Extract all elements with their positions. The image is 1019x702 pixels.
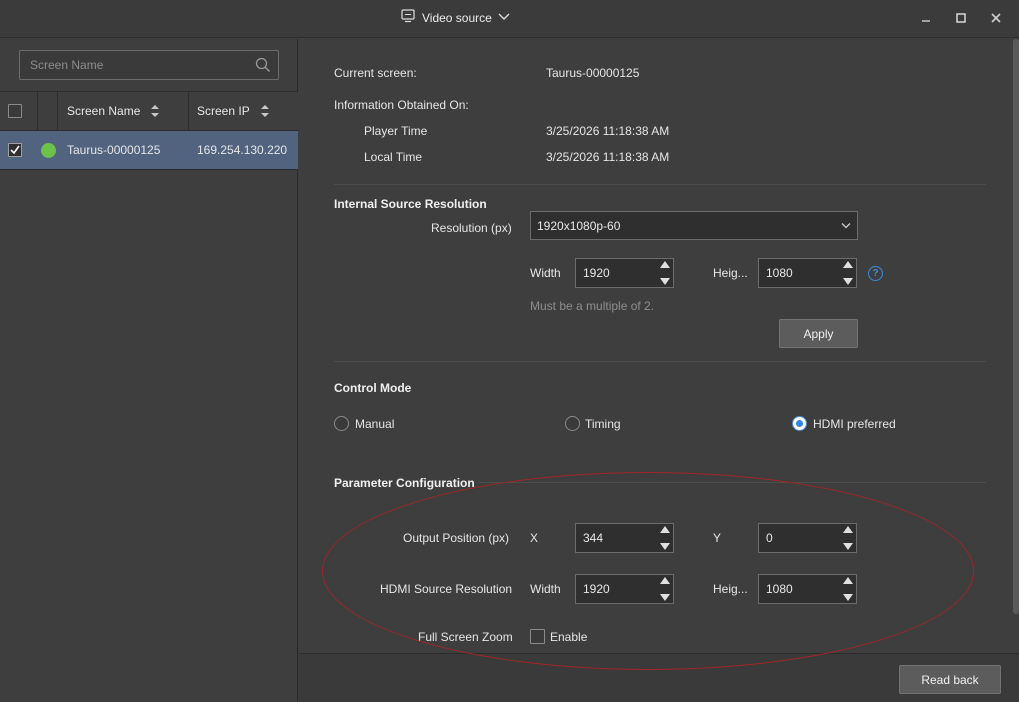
footer-bar: Read back <box>299 653 1019 702</box>
window-title: Video source <box>422 10 492 25</box>
full-screen-zoom-label: Full Screen Zoom <box>418 630 513 644</box>
read-back-button[interactable]: Read back <box>899 665 1001 694</box>
column-header-screen-ip[interactable]: Screen IP <box>197 92 270 130</box>
close-button[interactable] <box>988 10 1004 26</box>
width-input[interactable]: 1920 <box>575 258 674 288</box>
apply-button[interactable]: Apply <box>779 319 858 348</box>
sort-icon <box>151 105 160 117</box>
table-row[interactable]: Taurus-00000125 169.254.130.220 <box>0 131 298 170</box>
divider <box>479 482 986 483</box>
minimize-button[interactable] <box>918 10 934 26</box>
x-input[interactable]: 344 <box>575 523 674 553</box>
radio-manual[interactable] <box>334 416 349 431</box>
table-header: Screen Name Screen IP <box>0 91 298 131</box>
select-all-checkbox[interactable] <box>8 104 22 118</box>
enable-checkbox[interactable] <box>530 629 545 644</box>
arrow-down-icon[interactable] <box>660 543 670 550</box>
hdmi-height-label: Heig... <box>713 582 748 596</box>
current-screen-label: Current screen: <box>334 66 417 80</box>
hdmi-source-resolution-label: HDMI Source Resolution <box>380 582 513 596</box>
arrow-down-icon[interactable] <box>843 594 853 601</box>
resolution-label: Resolution (px) <box>431 221 512 235</box>
title-dropdown[interactable]: Video source <box>400 9 510 26</box>
row-screen-name: Taurus-00000125 <box>67 143 161 157</box>
arrow-down-icon[interactable] <box>843 543 853 550</box>
select-all-cell <box>8 92 22 130</box>
chevron-down-icon <box>841 223 851 229</box>
maximize-icon <box>956 13 966 23</box>
vertical-scrollbar[interactable] <box>1013 39 1019 614</box>
close-icon <box>991 13 1001 23</box>
maximize-button[interactable] <box>953 10 969 26</box>
status-online-icon <box>41 142 56 158</box>
arrow-down-icon[interactable] <box>843 278 853 285</box>
title-bar: Video source <box>0 0 1019 38</box>
radio-manual-label[interactable]: Manual <box>355 417 394 431</box>
player-time-value: 3/25/2026 11:18:38 AM <box>546 124 670 138</box>
screen-list-panel: Screen Name Screen IP Taurus-00000125 16… <box>0 39 298 702</box>
radio-timing[interactable] <box>565 416 580 431</box>
height-label: Heig... <box>713 266 748 280</box>
local-time-label: Local Time <box>364 150 423 164</box>
obtained-on-label: Information Obtained On: <box>334 98 469 112</box>
chevron-down-icon <box>498 11 510 25</box>
radio-hdmi-preferred-label[interactable]: HDMI preferred <box>813 417 896 431</box>
player-time-label: Player Time <box>364 124 428 138</box>
divider <box>334 361 986 362</box>
y-input[interactable]: 0 <box>758 523 857 553</box>
search-input[interactable] <box>20 51 250 79</box>
settings-panel: Current screen: Taurus-00000125 Informat… <box>299 39 1019 653</box>
current-screen-value: Taurus-00000125 <box>546 66 640 80</box>
radio-timing-label[interactable]: Timing <box>585 417 621 431</box>
column-header-screen-name[interactable]: Screen Name <box>67 92 160 130</box>
hdmi-width-label: Width <box>530 582 561 596</box>
radio-hdmi-preferred[interactable] <box>792 416 807 431</box>
checkmark-icon <box>10 145 20 155</box>
arrow-up-icon[interactable] <box>660 261 670 268</box>
arrow-up-icon[interactable] <box>843 526 853 533</box>
resolution-value: 1920x1080p-60 <box>537 218 621 233</box>
minimize-icon <box>922 20 930 22</box>
arrow-up-icon[interactable] <box>843 577 853 584</box>
enable-label[interactable]: Enable <box>550 630 587 644</box>
help-icon[interactable]: ? <box>868 266 883 281</box>
row-checkbox[interactable] <box>8 143 22 157</box>
hdmi-width-input[interactable]: 1920 <box>575 574 674 604</box>
divider <box>334 184 986 185</box>
search-icon[interactable] <box>255 57 271 76</box>
search-box <box>19 50 279 80</box>
arrow-up-icon[interactable] <box>843 261 853 268</box>
video-source-icon <box>400 9 416 26</box>
sort-icon <box>260 105 269 117</box>
arrow-up-icon[interactable] <box>660 577 670 584</box>
x-label: X <box>530 531 539 545</box>
arrow-down-icon[interactable] <box>660 594 670 601</box>
parameter-configuration-title: Parameter Configuration <box>334 476 475 490</box>
control-mode-title: Control Mode <box>334 381 412 395</box>
internal-source-title: Internal Source Resolution <box>334 197 487 211</box>
height-input[interactable]: 1080 <box>758 258 857 288</box>
local-time-value: 3/25/2026 11:18:38 AM <box>546 150 670 164</box>
row-screen-ip: 169.254.130.220 <box>197 143 288 157</box>
arrow-up-icon[interactable] <box>660 526 670 533</box>
y-label: Y <box>713 531 722 545</box>
resolution-select[interactable]: 1920x1080p-60 <box>530 211 858 240</box>
width-label: Width <box>530 266 561 280</box>
output-position-label: Output Position (px) <box>403 531 510 545</box>
arrow-down-icon[interactable] <box>660 278 670 285</box>
multiple-hint: Must be a multiple of 2. <box>530 299 655 313</box>
hdmi-height-input[interactable]: 1080 <box>758 574 857 604</box>
